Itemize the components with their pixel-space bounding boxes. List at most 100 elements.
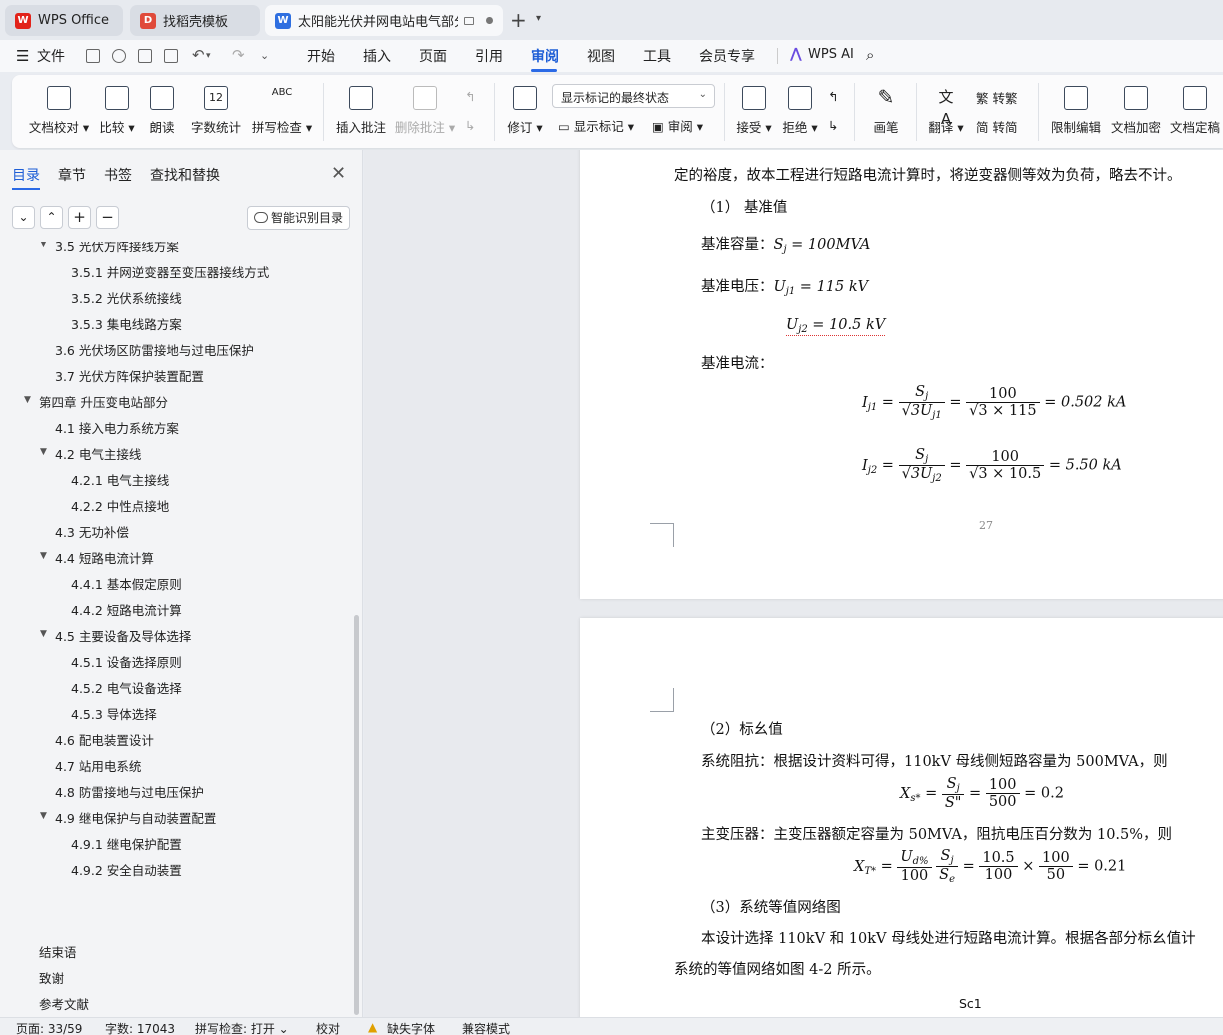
delete-comment-button[interactable]: 删除批注 ▾	[394, 75, 456, 148]
hamburger-menu-icon[interactable]: ☰	[16, 47, 29, 65]
next-change-icon[interactable]: ↳	[828, 118, 838, 133]
tab-chapters[interactable]: 章节	[58, 165, 86, 185]
status-proof[interactable]: 校对	[316, 1020, 340, 1035]
toc-item[interactable]: 3.5 光伏方阵接线方案	[55, 242, 179, 255]
menu-insert[interactable]: 插入	[363, 46, 391, 66]
revise-button[interactable]: 修订 ▾	[504, 75, 546, 148]
new-tab-plus-icon[interactable]: +	[510, 8, 527, 32]
toc-item[interactable]: 4.5.3 导体选择	[71, 704, 157, 723]
word-count-button[interactable]: 12 字数统计	[188, 75, 244, 148]
base-voltage-2-line[interactable]: Uj2 = 10.5 kV	[786, 317, 886, 336]
restrict-edit-button[interactable]: 限制编辑	[1046, 75, 1106, 148]
accept-button[interactable]: 接受 ▾	[732, 75, 776, 148]
close-icon[interactable]: ✕	[331, 163, 346, 184]
equation-xs[interactable]: Xs* = Sj S" = 100 500 = 0.2	[900, 776, 1064, 811]
save-icon[interactable]	[86, 49, 100, 63]
menu-wps-ai[interactable]: WPS AI	[808, 47, 854, 62]
toc-item[interactable]: 4.9 继电保护与自动装置配置	[55, 808, 216, 827]
toc-item[interactable]: 4.5 主要设备及导体选择	[55, 626, 191, 645]
prev-comment-icon[interactable]: ↰	[465, 89, 475, 104]
base-voltage-line[interactable]: 基准电压：Uj1 = 115 kV	[701, 275, 868, 297]
toc-item[interactable]: 4.5.1 设备选择原则	[71, 652, 182, 671]
doc-check-button[interactable]: 文档校对 ▾	[26, 75, 92, 148]
menu-home[interactable]: 开始	[307, 46, 335, 66]
toc-item[interactable]: 4.4.2 短路电流计算	[71, 600, 182, 619]
add-toc-item-button[interactable]: +	[68, 206, 91, 229]
expand-triangle-icon[interactable]: ▼	[40, 447, 47, 457]
toc-item[interactable]: 3.6 光伏场区防雷接地与过电压保护	[55, 340, 254, 359]
to-traditional-button[interactable]: 繁 转繁	[976, 88, 1018, 107]
to-simplified-button[interactable]: 简 转简	[976, 117, 1018, 136]
paragraph-main-transformer[interactable]: 主变压器：主变压器额定容量为 50MVA，阻抗电压百分数为 10.5%，则	[701, 823, 1172, 844]
print-preview-icon[interactable]	[164, 49, 178, 63]
heading-equivalent-network[interactable]: （3）系统等值网络图	[701, 896, 841, 917]
equation-ij2[interactable]: Ij2 = Sj √3Uj2 = 100 √3 × 10.5 = 5.50 kA	[862, 447, 1122, 484]
toc-item[interactable]: 4.2.1 电气主接线	[71, 470, 169, 489]
toc-item[interactable]: 4.1 接入电力系统方案	[55, 418, 179, 437]
toc-item[interactable]: 3.7 光伏方阵保护装置配置	[55, 366, 204, 385]
toc-item-references[interactable]: 参考文献	[39, 994, 89, 1013]
redo-icon[interactable]: ↷	[232, 46, 245, 64]
toc-item[interactable]: 4.6 配电装置设计	[55, 730, 154, 749]
toc-item[interactable]: 第四章 升压变电站部分	[39, 392, 168, 411]
status-spell-check[interactable]: 拼写检查: 打开 ⌄	[195, 1020, 289, 1035]
toc-item[interactable]: 4.4 短路电流计算	[55, 548, 154, 567]
encrypt-button[interactable]: 文档加密	[1108, 75, 1164, 148]
review-pane-button[interactable]: ▣ 审阅 ▾	[652, 116, 703, 135]
tab-find-replace[interactable]: 查找和替换	[150, 165, 220, 185]
toc-item[interactable]: 3.5.1 并网逆变器至变压器接线方式	[71, 262, 269, 281]
pen-button[interactable]: ✎ 画笔	[864, 75, 908, 148]
toc-item[interactable]: 4.4.1 基本假定原则	[71, 574, 182, 593]
next-comment-icon[interactable]: ↳	[465, 118, 475, 133]
expand-triangle-icon[interactable]: ▼	[40, 242, 47, 249]
menu-member[interactable]: 会员专享	[699, 46, 755, 66]
tab-docer-templates[interactable]: D 找稻壳模板	[130, 5, 260, 36]
menu-view[interactable]: 视图	[587, 46, 615, 66]
toc-scrollbar[interactable]	[354, 615, 359, 1015]
base-capacity-line[interactable]: 基准容量：Sj = 100MVA	[701, 233, 870, 255]
toc-item[interactable]: 4.2.2 中性点接地	[71, 496, 169, 515]
document-page-28[interactable]: （2）标幺值 系统阻抗：根据设计资料可得，110kV 母线侧短路容量为 500M…	[580, 618, 1223, 1017]
paragraph-network-2[interactable]: 系统的等值网络如图 4-2 所示。	[674, 958, 881, 979]
show-markup-button[interactable]: ▭ 显示标记 ▾	[558, 116, 634, 135]
search-icon[interactable]: ⌕	[866, 46, 874, 64]
base-current-label[interactable]: 基准电流：	[701, 352, 774, 373]
chevron-down-icon[interactable]: ▾	[536, 13, 541, 24]
menu-tools[interactable]: 工具	[643, 46, 671, 66]
spell-check-button[interactable]: ABC 拼写检查 ▾	[250, 75, 314, 148]
toc-item-conclusion[interactable]: 结束语	[39, 942, 77, 961]
heading-per-unit[interactable]: （2）标幺值	[701, 718, 783, 739]
menu-file[interactable]: 文件	[37, 46, 65, 66]
toc-item[interactable]: 4.8 防雷接地与过电压保护	[55, 782, 204, 801]
toc-item[interactable]: 4.9.2 安全自动装置	[71, 860, 182, 879]
share-icon[interactable]	[112, 49, 126, 63]
menu-page[interactable]: 页面	[419, 46, 447, 66]
tab-wps-office[interactable]: W WPS Office	[5, 5, 123, 36]
collapse-all-button[interactable]: ⌄	[12, 206, 35, 229]
paragraph-text[interactable]: 定的裕度，故本工程进行短路电流计算时，将逆变器侧等效为负荷，略去不计。	[674, 164, 1182, 185]
translate-button[interactable]: 文A 翻译 ▾	[924, 75, 968, 148]
toc-item-acknowledgement[interactable]: 致谢	[39, 968, 64, 987]
status-missing-font[interactable]: 缺失字体	[387, 1020, 435, 1035]
toc-item[interactable]: 3.5.2 光伏系统接线	[71, 288, 182, 307]
tab-current-document[interactable]: W 太阳能光伏并网电站电气部分设	[265, 5, 503, 36]
read-aloud-button[interactable]: 朗读	[144, 75, 180, 148]
tab-close-dot-icon[interactable]	[486, 17, 493, 24]
compare-button[interactable]: 比较 ▾	[96, 75, 138, 148]
print-icon[interactable]	[138, 49, 152, 63]
menu-references[interactable]: 引用	[475, 46, 503, 66]
menu-review[interactable]: 审阅	[531, 46, 559, 66]
toc-item[interactable]: 4.7 站用电系统	[55, 756, 141, 775]
tab-bookmarks[interactable]: 书签	[104, 165, 132, 185]
more-quick-access-icon[interactable]: ⌄	[260, 49, 269, 62]
expand-triangle-icon[interactable]: ▼	[40, 811, 47, 821]
insert-comment-button[interactable]: 插入批注	[334, 75, 388, 148]
toc-item[interactable]: 4.9.1 继电保护配置	[71, 834, 182, 853]
equation-xt[interactable]: XT* = Ud% 100 Sj Se = 10.5 100 × 100 50 = 0.…	[854, 848, 1126, 885]
markup-state-select[interactable]: 显示标记的最终状态 ⌄	[552, 84, 715, 108]
toc-item[interactable]: 4.5.2 电气设备选择	[71, 678, 182, 697]
reject-button[interactable]: 拒绝 ▾	[778, 75, 822, 148]
heading-base-values[interactable]: （1） 基准值	[701, 196, 787, 217]
toc-item[interactable]: 4.2 电气主接线	[55, 444, 141, 463]
status-page[interactable]: 页面: 33/59	[16, 1020, 82, 1035]
